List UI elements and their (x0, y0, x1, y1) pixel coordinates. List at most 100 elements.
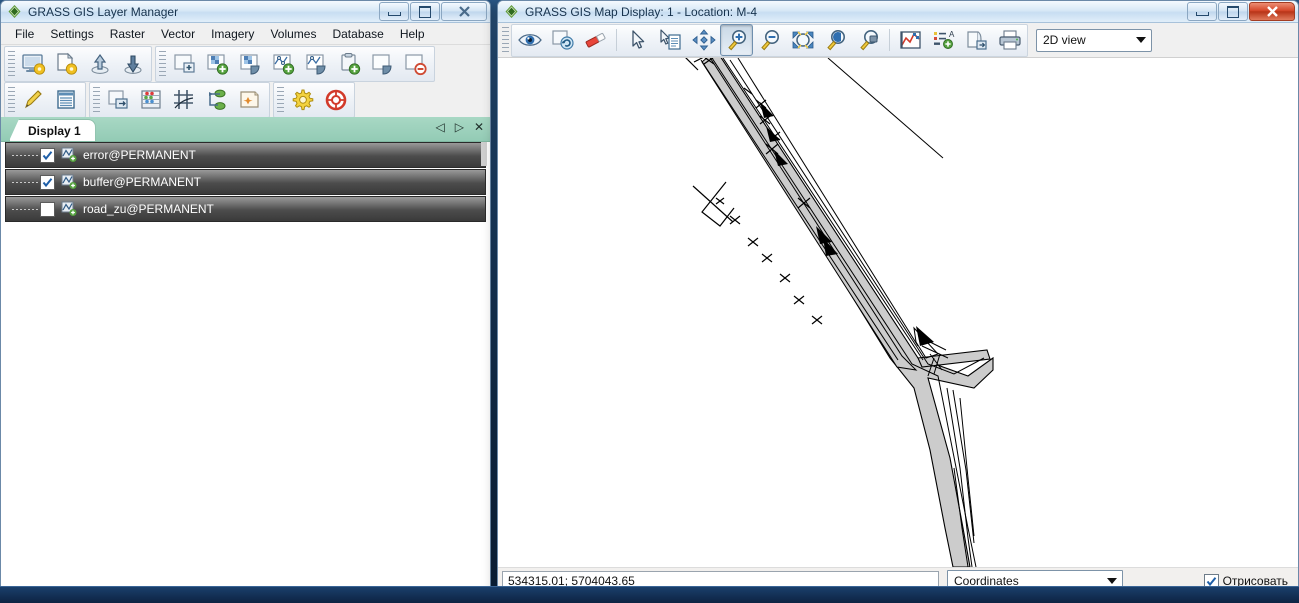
tree-connector (12, 209, 38, 210)
add-group-button[interactable] (366, 48, 399, 80)
zoom-back-button[interactable] (819, 24, 852, 56)
tree-connector (12, 155, 38, 156)
menu-file[interactable]: File (7, 25, 42, 43)
upload-arrow-icon (87, 52, 113, 76)
chevron-down-icon (1107, 578, 1117, 584)
analyze-button[interactable] (894, 24, 927, 56)
display-map-button[interactable] (513, 24, 546, 56)
add-vector-group-button[interactable] (300, 48, 333, 80)
render-map-button[interactable] (546, 24, 579, 56)
menu-help[interactable]: Help (392, 25, 433, 43)
settings-button[interactable] (286, 84, 319, 116)
save-display-button[interactable] (960, 24, 993, 56)
chevron-down-icon (1136, 37, 1146, 43)
minimize-button[interactable] (379, 2, 409, 21)
attribute-table-button[interactable] (50, 84, 83, 116)
toolbar-grip[interactable] (502, 27, 509, 53)
pan-move-icon (691, 29, 717, 51)
display-tab-label: Display 1 (28, 124, 81, 138)
close-display-button[interactable]: ✕ (474, 120, 484, 134)
edit-toolbar-group (4, 82, 86, 118)
georectify-button[interactable] (168, 84, 201, 116)
pointer-button[interactable] (621, 24, 654, 56)
layer-label-road-zu: road_zu@PERMANENT (83, 202, 214, 216)
close-button[interactable] (441, 2, 487, 21)
new-workspace-button[interactable] (17, 48, 50, 80)
save-workspace-button[interactable] (116, 48, 149, 80)
map-canvas[interactable] (498, 58, 1298, 567)
model-builder-button[interactable] (201, 84, 234, 116)
maximize-button[interactable] (1218, 2, 1248, 21)
toolbar-grip[interactable] (277, 87, 284, 113)
arrow-pointer-icon (625, 29, 651, 51)
display-tab-1[interactable]: Display 1 (9, 119, 96, 141)
layer-checkbox-error[interactable] (40, 148, 55, 163)
close-button[interactable] (1249, 2, 1295, 21)
edit-vector-button[interactable] (17, 84, 50, 116)
zoom-options-button[interactable] (852, 24, 885, 56)
cartographic-composer-button[interactable] (234, 84, 267, 116)
eraser-icon (583, 29, 609, 51)
refresh-layer-icon (550, 29, 576, 51)
view-mode-value: 2D view (1043, 33, 1086, 47)
maximize-button[interactable] (410, 2, 440, 21)
layer-checkbox-road-zu[interactable] (40, 202, 55, 217)
toolbar-grip[interactable] (8, 51, 15, 77)
attribute-table-icon (54, 88, 80, 112)
raster-calculator-button[interactable] (135, 84, 168, 116)
add-layer-toolbar-group (155, 46, 435, 82)
gear-icon (290, 88, 316, 112)
query-button[interactable] (654, 24, 687, 56)
map-display-window-buttons (1186, 2, 1295, 21)
print-button[interactable] (993, 24, 1026, 56)
view-mode-select[interactable]: 2D view (1036, 29, 1152, 52)
add-multiple-rasters-button[interactable] (168, 48, 201, 80)
minimize-button[interactable] (1187, 2, 1217, 21)
remove-layer-button[interactable] (399, 48, 432, 80)
download-arrow-icon (120, 52, 146, 76)
layer-manager-title: GRASS GIS Layer Manager (28, 5, 178, 19)
zoom-in-button[interactable] (720, 24, 753, 56)
add-vector-button[interactable] (267, 48, 300, 80)
toolbar-grip[interactable] (93, 87, 100, 113)
recycle-arrows-icon (205, 88, 231, 112)
add-raster-group-button[interactable] (234, 48, 267, 80)
layer-row-road-zu[interactable]: road_zu@PERMANENT (5, 196, 486, 222)
workspace-toolbar-group (4, 46, 152, 82)
menu-volumes[interactable]: Volumes (262, 25, 324, 43)
add-legend-button[interactable]: A (927, 24, 960, 56)
menu-vector[interactable]: Vector (153, 25, 203, 43)
prev-display-button[interactable]: ◁ (435, 120, 444, 134)
menu-settings[interactable]: Settings (42, 25, 101, 43)
open-workspace-button[interactable] (50, 48, 83, 80)
menu-database[interactable]: Database (324, 25, 391, 43)
add-raster-button[interactable] (201, 48, 234, 80)
menu-raster[interactable]: Raster (102, 25, 153, 43)
add-overlay-button[interactable] (333, 48, 366, 80)
abacus-icon (139, 88, 165, 112)
close-icon (458, 5, 471, 18)
pan-button[interactable] (687, 24, 720, 56)
zoom-extent-button[interactable] (786, 24, 819, 56)
next-display-button[interactable]: ▷ (455, 120, 464, 134)
toolbar-grip[interactable] (159, 51, 166, 77)
open-workspace-icon (54, 52, 80, 76)
tree-connector (12, 182, 38, 183)
taskbar[interactable] (0, 586, 1299, 603)
load-workspace-button[interactable] (83, 48, 116, 80)
layer-manager-window: GRASS GIS Layer Manager File Settings Ra… (0, 0, 491, 590)
layer-row-buffer[interactable]: buffer@PERMANENT (5, 169, 486, 195)
layer-checkbox-buffer[interactable] (40, 175, 55, 190)
zoom-out-button[interactable] (753, 24, 786, 56)
menu-imagery[interactable]: Imagery (203, 25, 262, 43)
map-page-icon (238, 88, 264, 112)
tools-toolbar-group (89, 82, 270, 118)
erase-display-button[interactable] (579, 24, 612, 56)
map-display-titlebar[interactable]: GRASS GIS Map Display: 1 - Location: M-4 (498, 1, 1298, 23)
help-button[interactable] (319, 84, 352, 116)
layer-manager-titlebar[interactable]: GRASS GIS Layer Manager (1, 1, 490, 23)
copy-layer-button[interactable] (102, 84, 135, 116)
toolbar-grip[interactable] (8, 87, 15, 113)
layer-row-error[interactable]: error@PERMANENT (5, 142, 486, 168)
grid-icon (172, 88, 198, 112)
